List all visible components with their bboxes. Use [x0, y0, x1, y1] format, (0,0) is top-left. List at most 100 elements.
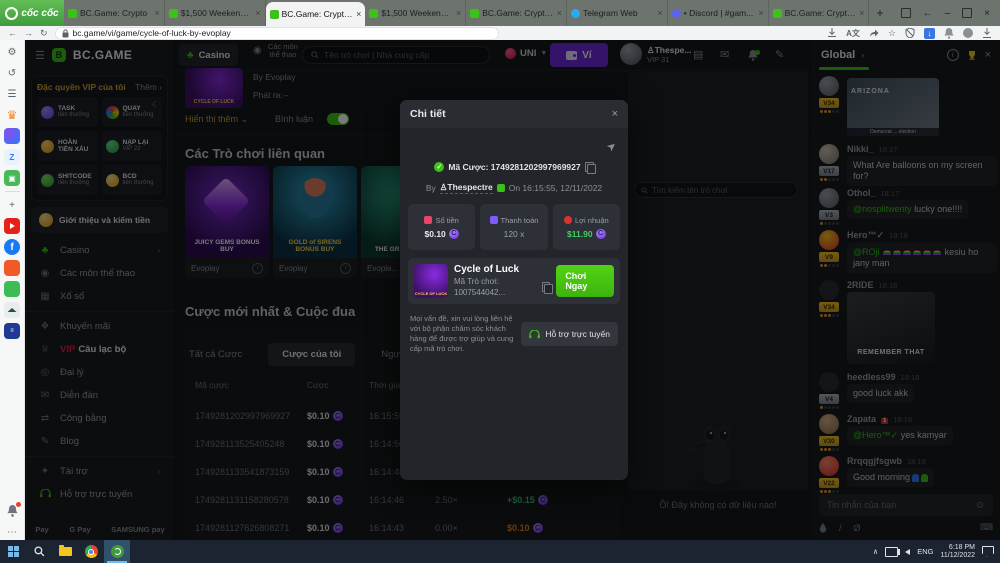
- game-thumbnail[interactable]: CYCLE OF LUCK: [414, 264, 448, 298]
- live-support-button[interactable]: Hỗ trợ trực tuyến: [521, 322, 618, 346]
- notification-dot: [16, 502, 21, 507]
- blue-app-icon[interactable]: Z: [4, 149, 20, 165]
- new-tab-button[interactable]: +: [869, 0, 890, 26]
- tab-bcgame-active[interactable]: BC.Game: Crypto Ca...×: [266, 2, 366, 26]
- translate-icon[interactable]: A文: [846, 28, 860, 39]
- url-text: bc.game/vi/game/cycle-of-luck-by-evoplay: [73, 28, 231, 38]
- navy-app-icon[interactable]: ≡: [4, 323, 20, 339]
- tab-close-icon[interactable]: ×: [658, 8, 663, 18]
- minimize-button[interactable]: –: [945, 8, 951, 19]
- tab-layout-icon[interactable]: [901, 8, 911, 18]
- modal-title: Chi tiết: [410, 108, 446, 120]
- windows-taskbar: ∧ ENG 6:18 PM 11/12/2022: [0, 540, 1000, 563]
- frog-emoji-icon: [497, 184, 505, 192]
- modal-close-icon[interactable]: ×: [612, 108, 618, 120]
- amount-icon: [424, 216, 432, 224]
- tab-close-icon[interactable]: ×: [758, 8, 763, 18]
- action-center-icon[interactable]: [982, 546, 994, 557]
- orange-app-icon[interactable]: [4, 260, 20, 276]
- tab-title: Telegram Web: [583, 8, 655, 18]
- stat-profit: Lợi nhuận $11.90C: [553, 204, 620, 250]
- games-icon[interactable]: ▣: [4, 170, 20, 186]
- bet-username-link[interactable]: ♙Thespectre: [440, 182, 493, 194]
- rail-more-icon[interactable]: ⋯: [4, 524, 20, 540]
- copy-icon[interactable]: [542, 282, 550, 292]
- facebook-icon[interactable]: f: [4, 239, 20, 255]
- tab-close-icon[interactable]: ×: [557, 8, 562, 18]
- bcgame-favicon: [270, 10, 279, 19]
- clock[interactable]: 6:18 PM 11/12/2022: [940, 544, 975, 560]
- chrome-icon[interactable]: [78, 540, 104, 563]
- game-id: Mã Trò chơi: 1007544042...: [454, 276, 539, 298]
- play-now-button[interactable]: Chơi Ngay: [556, 265, 614, 297]
- volume-icon[interactable]: [905, 549, 910, 555]
- rail-bell-icon[interactable]: [4, 503, 20, 519]
- coccoc-logo-icon: [5, 7, 18, 20]
- tray-expand-icon[interactable]: ∧: [873, 547, 879, 556]
- download-manager-icon[interactable]: ↓: [924, 28, 935, 39]
- toolbar-actions: A文 ☆ ↓: [827, 28, 992, 39]
- tab-close-icon[interactable]: ×: [356, 9, 361, 19]
- downloads-icon[interactable]: [982, 28, 992, 38]
- cap-app-icon[interactable]: [4, 302, 20, 318]
- bet-details-modal: Chi tiết × ➤ ✓ Mã Cược: 1749281202997969…: [400, 100, 628, 480]
- share-arrow-icon[interactable]: ➤: [604, 139, 619, 155]
- adblock-shield-icon[interactable]: [905, 28, 915, 38]
- tab-title: $1,500 Weekend Ev...: [181, 8, 253, 18]
- file-explorer-icon[interactable]: [52, 540, 78, 563]
- reading-list-icon[interactable]: ☰: [4, 86, 20, 102]
- support-note: Mọi vấn đề, xin vui lòng liên hệ với bộ …: [410, 314, 520, 354]
- discord-favicon: [672, 9, 681, 18]
- address-bar[interactable]: bc.game/vi/game/cycle-of-luck-by-evoplay: [55, 27, 499, 40]
- rail-divider: [5, 191, 20, 192]
- tab-telegram[interactable]: Telegram Web×: [567, 0, 668, 26]
- save-page-icon[interactable]: [827, 28, 837, 38]
- green-app-icon[interactable]: [4, 281, 20, 297]
- share-icon[interactable]: [869, 28, 879, 38]
- profile-avatar-icon[interactable]: [963, 28, 973, 38]
- tab-close-icon[interactable]: ×: [859, 8, 864, 18]
- tab-weekend-2[interactable]: $1,500 Weekend Ev...×: [365, 0, 466, 26]
- tab-title: BC.Game: Crypto Ca...: [785, 8, 857, 18]
- notification-bell-icon[interactable]: [944, 28, 954, 39]
- reload-icon[interactable]: ↻: [40, 28, 48, 39]
- tab-bcgame-2[interactable]: BC.Game: Crypto Ca...×: [466, 0, 567, 26]
- bet-timestamp: On 16:15:55, 12/11/2022: [509, 183, 602, 193]
- bcgame-favicon: [470, 9, 479, 18]
- coccoc-logo[interactable]: cốc cốc: [0, 0, 64, 26]
- close-window-button[interactable]: ×: [984, 8, 990, 19]
- tab-title: $1,500 Weekend Ev...: [381, 8, 453, 18]
- tab-bcgame-1[interactable]: BC.Game: Crypto×: [64, 0, 165, 26]
- messenger-icon[interactable]: [4, 128, 20, 144]
- youtube-icon[interactable]: [4, 218, 20, 234]
- back-icon[interactable]: ←: [8, 28, 17, 38]
- tab-weekend-1[interactable]: $1,500 Weekend Ev...×: [165, 0, 266, 26]
- copy-icon[interactable]: [585, 162, 594, 172]
- language-indicator[interactable]: ENG: [917, 547, 933, 556]
- start-button[interactable]: [0, 540, 26, 563]
- settings-icon[interactable]: ⚙: [4, 44, 20, 60]
- bcgame-favicon: [369, 9, 378, 18]
- crown-icon[interactable]: ♛: [4, 107, 20, 123]
- tab-strip: BC.Game: Crypto× $1,500 Weekend Ev...× B…: [64, 0, 891, 26]
- add-shortcut-icon[interactable]: +: [4, 197, 20, 213]
- telegram-favicon: [571, 9, 580, 18]
- taskbar-search-icon[interactable]: [26, 540, 52, 563]
- pin-tab-icon[interactable]: ←: [923, 8, 933, 19]
- by-label: By: [426, 183, 436, 193]
- coin-icon: C: [596, 229, 606, 239]
- coccoc-side-rail: ⚙ ↺ ☰ ♛ Z ▣ + f ≡ ⋯: [0, 40, 25, 540]
- forward-icon[interactable]: →: [24, 28, 33, 38]
- tab-title: BC.Game: Crypto: [80, 8, 152, 18]
- coccoc-taskbar-icon[interactable]: [104, 540, 130, 563]
- tab-bcgame-3[interactable]: BC.Game: Crypto Ca...×: [769, 0, 870, 26]
- history-icon[interactable]: ↺: [4, 65, 20, 81]
- tab-close-icon[interactable]: ×: [255, 8, 260, 18]
- game-info-box: CYCLE OF LUCK Cycle of Luck Mã Trò chơi:…: [408, 258, 620, 304]
- maximize-button[interactable]: [962, 8, 972, 18]
- tab-close-icon[interactable]: ×: [155, 8, 160, 18]
- tab-close-icon[interactable]: ×: [456, 8, 461, 18]
- bookmark-star-icon[interactable]: ☆: [888, 28, 896, 39]
- bcgame-favicon: [169, 9, 178, 18]
- tab-discord[interactable]: • Discord | #gam...×: [668, 0, 769, 26]
